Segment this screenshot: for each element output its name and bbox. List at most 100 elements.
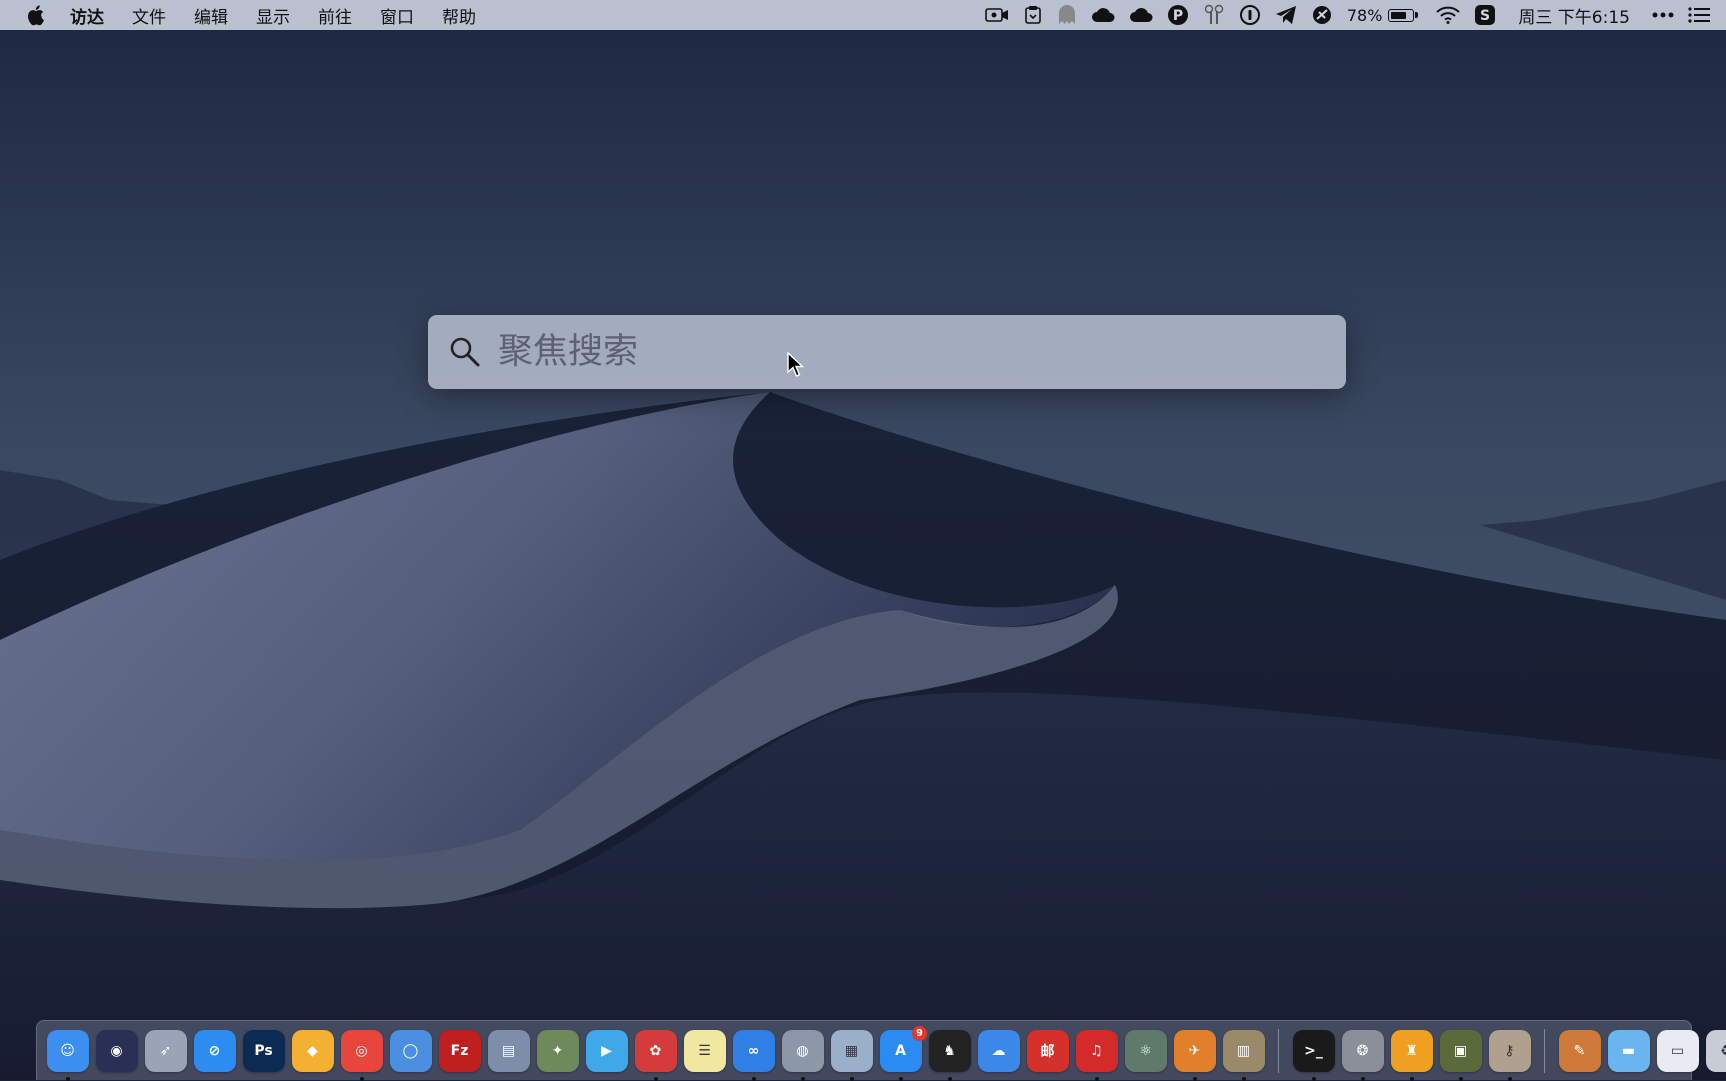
dock-slot: >_ <box>1289 1030 1338 1072</box>
dock-icon-glyph: ⊘ <box>209 1043 221 1059</box>
menu-view[interactable]: 显示 <box>256 3 290 28</box>
1password-icon[interactable] <box>1239 0 1261 30</box>
search-icon <box>448 335 482 369</box>
dock-slot: ∞ <box>729 1030 778 1072</box>
dock-finder-icon[interactable]: ☺ <box>47 1030 89 1072</box>
dock-icon-glyph: ♜ <box>1405 1043 1418 1059</box>
apple-icon[interactable] <box>26 4 48 26</box>
dock-baidu-netdisk-icon[interactable]: ∞ <box>733 1030 775 1072</box>
airpods-icon[interactable] <box>1203 0 1225 30</box>
wifi-icon[interactable] <box>1436 0 1460 30</box>
dock-safari-icon[interactable]: ⊘ <box>194 1030 236 1072</box>
dock-mindnode-icon[interactable]: ✦ <box>537 1030 579 1072</box>
telegram-icon[interactable] <box>1275 0 1297 30</box>
maps-icon[interactable] <box>1311 0 1333 30</box>
dock-separator <box>1544 1029 1545 1073</box>
dock-icon-glyph: ✎ <box>1574 1043 1586 1059</box>
menu-app-name[interactable]: 访达 <box>70 3 104 28</box>
dock-icon-glyph: ▭ <box>1671 1043 1684 1059</box>
dock-photoshop-icon[interactable]: Ps <box>243 1030 285 1072</box>
dock-atom-icon[interactable]: ⚛ <box>1125 1030 1167 1072</box>
dock-slot: ❂ <box>1338 1030 1387 1072</box>
notification-center-icon[interactable] <box>1688 0 1710 30</box>
cloud-icon[interactable] <box>1091 0 1115 30</box>
dock-chrome-icon[interactable]: ◎ <box>341 1030 383 1072</box>
menu-file[interactable]: 文件 <box>132 3 166 28</box>
dock-sketch-icon[interactable]: ◆ <box>292 1030 334 1072</box>
dock-transmit-icon[interactable]: ✈ <box>1174 1030 1216 1072</box>
dock-separator <box>1278 1029 1279 1073</box>
dock-slot: ☁ <box>974 1030 1023 1072</box>
dock-infuse-icon[interactable]: ▶ <box>586 1030 628 1072</box>
dock-icon-glyph: A <box>895 1043 906 1059</box>
dock-slot: ◆ <box>288 1030 337 1072</box>
sogou-icon[interactable]: S <box>1474 0 1496 30</box>
dock-slot: ◍ <box>778 1030 827 1072</box>
menu-help[interactable]: 帮助 <box>442 3 476 28</box>
dock-icon-glyph: ◉ <box>110 1043 122 1059</box>
spotlight-search-bar[interactable] <box>428 315 1346 389</box>
dock-screenshot-stack-icon[interactable]: ▭ <box>1657 1030 1699 1072</box>
dock-archive-utility-icon[interactable]: ▥ <box>1223 1030 1265 1072</box>
dock-slot: ➶ <box>141 1030 190 1072</box>
dock-icon-glyph: 邮 <box>1041 1041 1055 1061</box>
menu-window[interactable]: 窗口 <box>380 3 414 28</box>
dock-paw-icon[interactable]: ✿ <box>635 1030 677 1072</box>
dock-slot: ▶ <box>582 1030 631 1072</box>
dock-siri-icon[interactable]: ◉ <box>96 1030 138 1072</box>
dock-mail-master-icon[interactable]: 邮 <box>1027 1030 1069 1072</box>
more-icon[interactable] <box>1652 0 1674 30</box>
dock-slot: ⚷ <box>1485 1030 1534 1072</box>
screen-record-icon[interactable] <box>985 0 1009 30</box>
dock-beer-app-icon[interactable]: ♜ <box>1391 1030 1433 1072</box>
dock-network-radar-icon[interactable]: ◍ <box>782 1030 824 1072</box>
p-icon[interactable]: P <box>1167 0 1189 30</box>
dock-slot: ♜ <box>1387 1030 1436 1072</box>
dock-icon-glyph: ▦ <box>845 1043 858 1059</box>
dock-network-utility-icon[interactable]: ▤ <box>488 1030 530 1072</box>
dock-slot: ▬ <box>1604 1030 1653 1072</box>
dock-slot: ✿ <box>631 1030 680 1072</box>
menu-go[interactable]: 前往 <box>318 3 352 28</box>
dock-dvd-player-icon[interactable]: ❂ <box>1342 1030 1384 1072</box>
dock-icon-glyph: ♞ <box>943 1043 956 1059</box>
ghost-icon[interactable] <box>1057 0 1077 30</box>
dock-slot: ☰ <box>680 1030 729 1072</box>
dock-icon-glyph: ▶ <box>601 1043 612 1059</box>
dock-preview-icon[interactable]: ▦ <box>831 1030 873 1072</box>
dock-icon-glyph: ✦ <box>552 1043 564 1059</box>
dock-trash-icon[interactable]: ♻ <box>1706 1030 1726 1072</box>
cloud-icon[interactable] <box>1129 0 1153 30</box>
spotlight-search-input[interactable] <box>496 321 1346 383</box>
dock-text-editor-icon[interactable]: ✎ <box>1559 1030 1601 1072</box>
dock-icon-glyph: ♫ <box>1090 1043 1103 1059</box>
dock-icon-glyph: ✿ <box>650 1043 662 1059</box>
dock-icon-glyph: ◯ <box>403 1043 419 1059</box>
dock-image-capture-icon[interactable]: ▣ <box>1440 1030 1482 1072</box>
dock-icon-glyph: ◆ <box>307 1043 318 1059</box>
dock-notes-icon[interactable]: ☰ <box>684 1030 726 1072</box>
dock-chromium-icon[interactable]: ◯ <box>390 1030 432 1072</box>
desktop-wallpaper <box>0 0 1726 1080</box>
dock-icon-glyph: Fz <box>451 1043 469 1059</box>
dock-icon-glyph: ∞ <box>748 1043 760 1059</box>
dock-netease-music-icon[interactable]: ♫ <box>1076 1030 1118 1072</box>
dock-slot: ▤ <box>484 1030 533 1072</box>
dock-folder-icon[interactable]: ▬ <box>1608 1030 1650 1072</box>
dock-terminal-icon[interactable]: >_ <box>1293 1030 1335 1072</box>
dock-icloud-drive-icon[interactable]: ☁ <box>978 1030 1020 1072</box>
dock-icon-glyph: ◎ <box>355 1043 367 1059</box>
battery-percent[interactable]: 78% <box>1347 0 1383 30</box>
battery-icon[interactable] <box>1388 0 1418 30</box>
paste-icon[interactable] <box>1023 0 1043 30</box>
dock-slot: ▭ <box>1653 1030 1702 1072</box>
clock[interactable]: 周三 下午6:15 <box>1518 0 1630 30</box>
dock-launchpad-icon[interactable]: ➶ <box>145 1030 187 1072</box>
dock-slot: ▥ <box>1219 1030 1268 1072</box>
dock-keychain-icon[interactable]: ⚷ <box>1489 1030 1531 1072</box>
dock-filezilla-icon[interactable]: Fz <box>439 1030 481 1072</box>
dock-qq-icon[interactable]: ♞ <box>929 1030 971 1072</box>
menu-edit[interactable]: 编辑 <box>194 3 228 28</box>
svg-text:S: S <box>1480 8 1490 24</box>
dock-slot: ♞ <box>925 1030 974 1072</box>
